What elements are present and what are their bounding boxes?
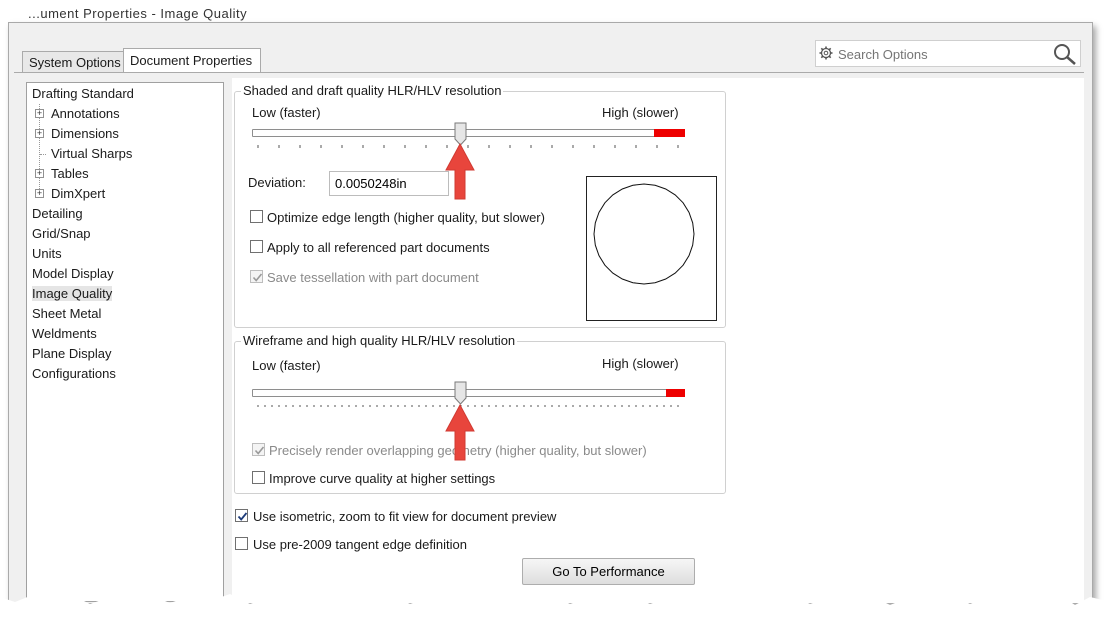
wireframe-slider-thumb[interactable]	[454, 381, 467, 405]
deviation-label: Deviation:	[248, 175, 306, 190]
tree-item-configurations[interactable]: Configurations	[32, 364, 116, 384]
tree-connector	[40, 154, 46, 155]
shaded-low-label: Low (faster)	[252, 105, 321, 120]
wireframe-group-title: Wireframe and high quality HLR/HLV resol…	[241, 333, 518, 348]
tree-item-label: Sheet Metal	[32, 306, 102, 321]
search-input[interactable]	[836, 44, 1050, 65]
tree-item-label: Configurations	[32, 366, 116, 381]
curve-quality-label: Improve curve quality at higher settings	[269, 471, 496, 486]
window-title-fragment: ...ument Properties - Image Quality	[28, 6, 248, 21]
tree-item-label: Units	[32, 246, 62, 261]
checkmark-icon	[237, 512, 248, 521]
tree-item-tables[interactable]: Tables	[51, 164, 89, 184]
tree-item-label: Drafting Standard	[32, 86, 134, 101]
tree-item-label: Grid/Snap	[32, 226, 91, 241]
tree-item-model-display[interactable]: Model Display	[32, 264, 114, 284]
checkmark-icon	[254, 446, 265, 455]
tab-system-options[interactable]: System Options	[22, 51, 128, 73]
curve-quality-checkbox[interactable]	[252, 471, 265, 484]
preview-circle	[593, 183, 695, 285]
save-tessellation-label: Save tessellation with part document	[267, 270, 479, 285]
options-tree: Drafting Standard + Annotations + Dimens…	[26, 82, 224, 602]
wireframe-low-label: Low (faster)	[252, 358, 321, 373]
tree-item-label: Detailing	[32, 206, 83, 221]
search-icon[interactable]	[1052, 42, 1078, 66]
pre2009-checkbox[interactable]	[235, 537, 248, 550]
tree-item-label: Tables	[51, 166, 89, 181]
optimize-edge-checkbox[interactable]	[250, 210, 263, 223]
shaded-group-title: Shaded and draft quality HLR/HLV resolut…	[241, 83, 504, 98]
tree-item-label: Weldments	[32, 326, 97, 341]
tree-item-label: Annotations	[51, 106, 120, 121]
shaded-slider-red-zone	[654, 129, 685, 137]
tree-item-units[interactable]: Units	[32, 244, 62, 264]
go-to-performance-button[interactable]: Go To Performance	[522, 558, 695, 585]
checkmark-icon	[252, 273, 263, 282]
expand-icon[interactable]: +	[35, 109, 44, 118]
tree-item-label: Image Quality	[32, 286, 113, 301]
expand-icon[interactable]: +	[35, 129, 44, 138]
gear-icon	[819, 46, 833, 60]
precise-render-checkbox[interactable]	[252, 443, 265, 456]
tab-divider	[14, 72, 1084, 73]
tessellation-preview	[586, 176, 717, 321]
tree-item-weldments[interactable]: Weldments	[32, 324, 97, 344]
apply-referenced-label: Apply to all referenced part documents	[267, 240, 490, 255]
tree-item-virtual-sharps[interactable]: Virtual Sharps	[51, 144, 132, 164]
tree-item-sheet-metal[interactable]: Sheet Metal	[32, 304, 101, 324]
wireframe-slider-red-zone	[666, 389, 685, 397]
deviation-field[interactable]	[329, 171, 449, 196]
wireframe-slider-track[interactable]	[252, 389, 685, 397]
expand-icon[interactable]: +	[35, 189, 44, 198]
tree-item-dimxpert[interactable]: DimXpert	[51, 184, 105, 204]
wireframe-high-label: High (slower)	[602, 356, 679, 371]
tab-label: System Options	[29, 55, 121, 70]
tree-item-label: Dimensions	[51, 126, 119, 141]
tree-item-label: DimXpert	[51, 186, 106, 201]
save-tessellation-checkbox[interactable]	[250, 270, 263, 283]
tree-item-label: Model Display	[32, 266, 114, 281]
tree-item-image-quality[interactable]: Image Quality	[32, 284, 113, 304]
expand-icon[interactable]: +	[35, 169, 44, 178]
torn-edge-bottom	[0, 593, 1107, 634]
apply-referenced-checkbox[interactable]	[250, 240, 263, 253]
annotation-arrow-up-icon	[445, 143, 475, 200]
tree-item-annotations[interactable]: Annotations	[51, 104, 120, 124]
isometric-checkbox[interactable]	[235, 509, 248, 522]
tree-item-label: Virtual Sharps	[51, 146, 133, 161]
tab-label: Document Properties	[130, 53, 253, 68]
annotation-arrow-up-icon	[445, 404, 475, 461]
tree-item-detailing[interactable]: Detailing	[32, 204, 83, 224]
optimize-edge-label: Optimize edge length (higher quality, bu…	[267, 210, 545, 225]
tree-item-grid-snap[interactable]: Grid/Snap	[32, 224, 91, 244]
shaded-slider-track[interactable]	[252, 129, 685, 137]
tree-item-label: Plane Display	[32, 346, 112, 361]
search-box[interactable]	[815, 40, 1081, 67]
tab-document-properties[interactable]: Document Properties	[123, 48, 261, 73]
shaded-high-label: High (slower)	[602, 105, 679, 120]
tree-item-drafting-standard[interactable]: Drafting Standard	[32, 84, 134, 104]
pre2009-label: Use pre-2009 tangent edge definition	[253, 537, 467, 552]
tree-item-dimensions[interactable]: Dimensions	[51, 124, 119, 144]
tree-item-plane-display[interactable]: Plane Display	[32, 344, 112, 364]
isometric-label: Use isometric, zoom to fit view for docu…	[253, 509, 557, 524]
